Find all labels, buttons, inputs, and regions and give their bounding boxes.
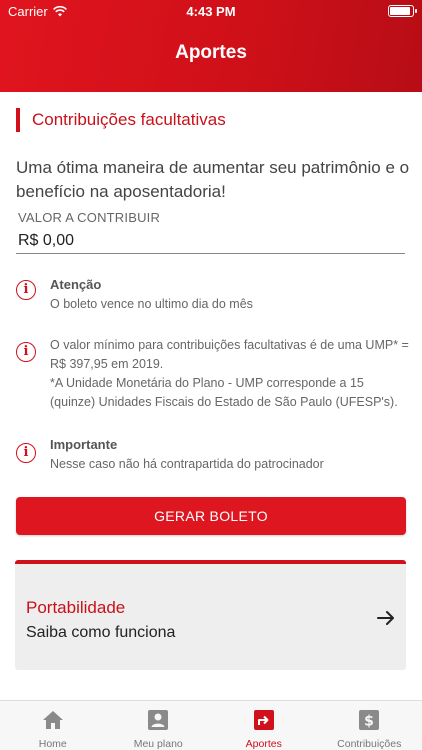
tab-label: Home xyxy=(38,738,67,750)
portabilidade-card[interactable]: Portabilidade Saiba como funciona xyxy=(15,560,406,670)
tab-label: Contribuições xyxy=(337,738,402,750)
notice-text: Nesse caso não há contrapartida do patro… xyxy=(50,457,324,471)
tab-label: Meu plano xyxy=(133,738,183,750)
notice-footnote: *A Unidade Monetária do Plano - UMP corr… xyxy=(50,376,398,409)
tab-home[interactable]: Home xyxy=(0,701,106,750)
portabilidade-subtitle: Saiba como funciona xyxy=(26,624,176,641)
section-header: Contribuições facultativas xyxy=(16,108,226,132)
info-icon: i xyxy=(16,342,36,362)
info-icon: i xyxy=(16,443,36,463)
notice-text: O boleto vence no ultimo dia do mês xyxy=(50,297,253,311)
page-title: Aportes xyxy=(175,42,247,63)
status-time: 4:43 PM xyxy=(186,4,236,19)
generate-boleto-button[interactable]: GERAR BOLETO xyxy=(16,497,406,535)
tab-bar: Home Meu plano Aportes $ Contribuições xyxy=(0,700,422,750)
app-header: Carrier 4:43 PM Aportes xyxy=(0,0,422,92)
info-icon: i xyxy=(16,280,36,300)
section-title: Contribuições facultativas xyxy=(32,110,226,129)
home-icon xyxy=(42,711,63,729)
notice-minimum: i O valor mínimo para contribuições facu… xyxy=(16,336,409,416)
tab-aportes[interactable]: Aportes xyxy=(211,701,317,750)
tab-meu-plano[interactable]: Meu plano xyxy=(106,701,212,750)
notice-important: i Importante Nesse caso não há contrapar… xyxy=(16,437,408,477)
svg-text:$: $ xyxy=(364,714,374,730)
intro-text: Uma ótima maneira de aumentar seu patrim… xyxy=(16,158,410,201)
main-content: Contribuições facultativas Uma ótima man… xyxy=(0,92,422,700)
arrow-right-icon[interactable] xyxy=(376,608,396,628)
contribution-value-label: VALOR A CONTRIBUIR xyxy=(18,210,161,225)
dollar-icon: $ xyxy=(359,710,380,730)
notice-attention: i Atenção O boleto vence no ultimo dia d… xyxy=(16,277,408,317)
notice-text: O valor mínimo para contribuições facult… xyxy=(50,338,409,371)
contribution-value-input[interactable] xyxy=(18,229,404,253)
tab-contribuicoes[interactable]: $ Contribuições xyxy=(317,701,422,750)
tab-label: Aportes xyxy=(245,738,282,750)
notice-title: Atenção xyxy=(50,277,102,292)
battery-icon xyxy=(388,5,417,17)
notice-title: Importante xyxy=(50,437,118,452)
user-card-icon xyxy=(148,710,169,730)
status-bar: Carrier 4:43 PM xyxy=(0,0,422,22)
input-underline xyxy=(16,253,405,254)
share-arrow-icon xyxy=(253,710,274,730)
portabilidade-title: Portabilidade xyxy=(26,598,126,617)
contribution-card: Contribuições facultativas Uma ótima man… xyxy=(0,92,422,700)
